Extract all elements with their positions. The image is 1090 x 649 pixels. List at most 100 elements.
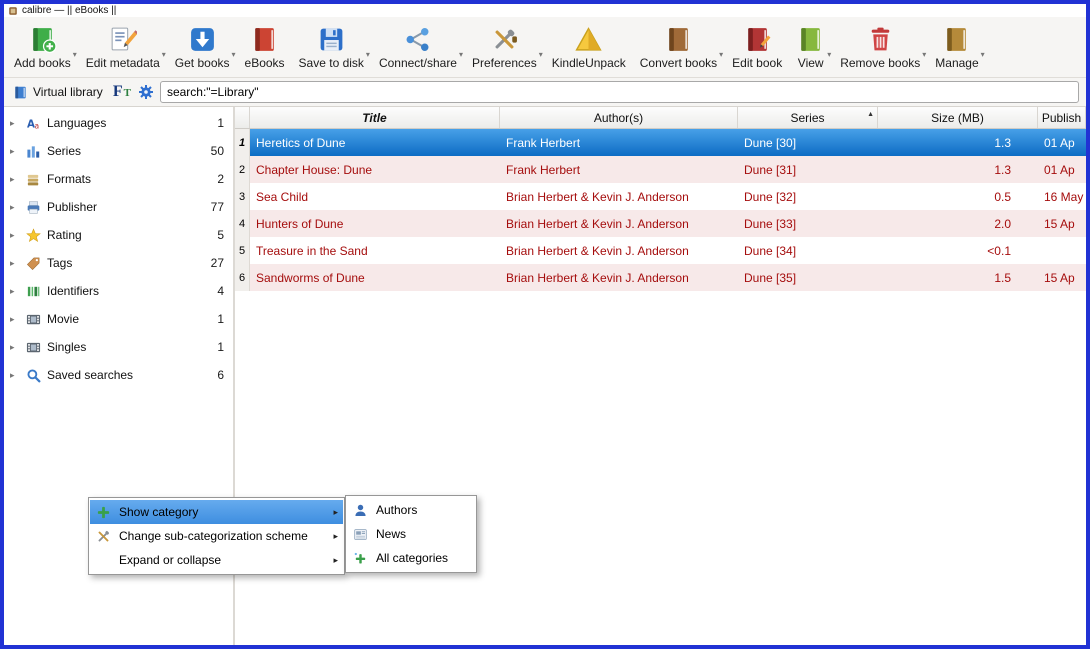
- sidebar-item-label: Singles: [47, 340, 87, 354]
- toolbar-button-ebooks[interactable]: eBooks: [238, 17, 292, 77]
- all-categories-icon: [351, 551, 370, 566]
- toolbar-button-preferences[interactable]: Preferences: [465, 17, 544, 77]
- edit-book-icon: [743, 25, 772, 54]
- cell-size: 0.5: [994, 189, 1011, 204]
- column-header-size-mb[interactable]: Size (MB): [878, 107, 1038, 128]
- column-header-author-s[interactable]: Author(s): [500, 107, 738, 128]
- authors-icon: [351, 503, 370, 518]
- toolbar-button-edit-metadata[interactable]: Edit metadata: [79, 17, 167, 77]
- column-header-series[interactable]: Series ▲: [738, 107, 878, 128]
- convert-books-icon: [664, 25, 693, 54]
- sidebar-item-series[interactable]: ▸ Series 50: [4, 137, 233, 165]
- cell-published: 15 Ap: [1044, 216, 1075, 231]
- expand-arrow-icon[interactable]: ▸: [10, 314, 19, 325]
- toolbar-button-edit-book[interactable]: Edit book: [725, 17, 789, 77]
- dropdown-arrow-icon[interactable]: ▾: [73, 50, 77, 59]
- submenu-item-authors[interactable]: Authors: [347, 498, 475, 522]
- submenu-item-news[interactable]: News: [347, 522, 475, 546]
- edit-metadata-icon: [108, 25, 138, 54]
- sidebar-item-label: Identifiers: [47, 284, 100, 298]
- search-options-gear-icon[interactable]: [138, 84, 154, 100]
- sidebar-item-label: Tags: [47, 256, 73, 270]
- table-row-6[interactable]: 6 Sandworms of Dune Brian Herbert & Kevin …: [235, 264, 1086, 291]
- cell-size: <0.1: [987, 243, 1011, 258]
- expand-arrow-icon[interactable]: ▸: [10, 258, 19, 269]
- expand-arrow-icon[interactable]: ▸: [10, 118, 19, 129]
- menu-item-label: Authors: [376, 503, 418, 517]
- news-icon: [351, 527, 370, 542]
- table-row-2[interactable]: 2 Chapter House: Dune Frank Herbert Dune [3…: [235, 156, 1086, 183]
- toolbar-button-kindleunpack[interactable]: KindleUnpack: [545, 17, 633, 77]
- cell-size: 1.5: [994, 270, 1011, 285]
- cell-published: [1038, 237, 1086, 264]
- toolbar-button-label: KindleUnpack: [551, 55, 626, 70]
- submenu-item-all-categories[interactable]: All categories: [347, 546, 475, 570]
- toolbar-button-label: Convert books: [639, 55, 718, 70]
- toolbar-button-label: Save to disk: [298, 55, 364, 70]
- tools-icon: [94, 529, 113, 544]
- dropdown-arrow-icon[interactable]: ▾: [162, 50, 166, 59]
- cell-series: Dune [32]: [744, 189, 797, 204]
- get-books-icon: [188, 25, 217, 54]
- sidebar-item-label: Movie: [47, 312, 80, 326]
- toolbar-button-manage[interactable]: Manage: [928, 17, 985, 77]
- sidebar-item-identifiers[interactable]: ▸ Identifiers 4: [4, 277, 233, 305]
- toolbar-button-view[interactable]: View: [789, 17, 832, 77]
- table-row-3[interactable]: 3 Sea Child Brian Herbert & Kevin J. Ander…: [235, 183, 1086, 210]
- dropdown-arrow-icon[interactable]: ▾: [366, 50, 370, 59]
- sidebar-item-languages[interactable]: ▸ Aa Languages 1: [4, 109, 233, 137]
- toolbar-button-add-books[interactable]: Add books: [7, 17, 78, 77]
- column-header-title[interactable]: Title: [250, 107, 500, 128]
- dropdown-arrow-icon[interactable]: ▾: [922, 50, 926, 59]
- toolbar-button-remove-books[interactable]: Remove books: [833, 17, 927, 77]
- expand-arrow-icon[interactable]: ▸: [10, 370, 19, 381]
- sidebar-item-saved-searches[interactable]: ▸ Saved searches 6: [4, 361, 233, 389]
- table-row-5[interactable]: 5 Treasure in the Sand Brian Herbert & Kev…: [235, 237, 1086, 264]
- menu-item-label: All categories: [376, 551, 449, 565]
- sidebar-item-tags[interactable]: ▸ Tags 27: [4, 249, 233, 277]
- toolbar-button-label: Add books: [14, 55, 71, 70]
- sidebar-item-formats[interactable]: ▸ Formats 2: [4, 165, 233, 193]
- toolbar-button-label: Get books: [174, 55, 230, 70]
- menu-item-change-sub-categorization-scheme[interactable]: Change sub-categorization scheme ▸: [90, 524, 343, 548]
- menu-item-expand-or-collapse[interactable]: Expand or collapse ▸: [90, 548, 343, 572]
- expand-arrow-icon[interactable]: ▸: [10, 202, 19, 213]
- identifiers-icon: [25, 284, 41, 299]
- sidebar-item-count: 1: [217, 312, 224, 326]
- expand-arrow-icon[interactable]: ▸: [10, 342, 19, 353]
- toolbar-button-convert-books[interactable]: Convert books: [633, 17, 724, 77]
- menu-item-show-category[interactable]: Show category ▸: [90, 500, 343, 524]
- sidebar-item-publisher[interactable]: ▸ Publisher 77: [4, 193, 233, 221]
- ebooks-icon: [250, 25, 279, 54]
- cell-size: 1.3: [994, 135, 1011, 150]
- sidebar-item-count: 27: [210, 256, 224, 270]
- dropdown-arrow-icon[interactable]: ▾: [232, 50, 236, 59]
- submenu-arrow-icon: ▸: [333, 530, 338, 541]
- expand-arrow-icon[interactable]: ▸: [10, 230, 19, 241]
- toolbar-button-get-books[interactable]: Get books: [168, 17, 237, 77]
- expand-arrow-icon[interactable]: ▸: [10, 174, 19, 185]
- toolbar-button-label: Remove books: [840, 55, 921, 70]
- table-row-4[interactable]: 4 Hunters of Dune Brian Herbert & Kevin J.…: [235, 210, 1086, 237]
- sidebar-item-rating[interactable]: ▸ Rating 5: [4, 221, 233, 249]
- sidebar-item-movie[interactable]: ▸ Movie 1: [4, 305, 233, 333]
- toolbar-button-connect-share[interactable]: Connect/share: [372, 17, 464, 77]
- dropdown-arrow-icon[interactable]: ▾: [827, 50, 831, 59]
- dropdown-arrow-icon[interactable]: ▾: [719, 50, 723, 59]
- cell-title: Sandworms of Dune: [256, 270, 365, 285]
- full-text-search-icon[interactable]: F T: [113, 84, 131, 100]
- sidebar-item-singles[interactable]: ▸ Singles 1: [4, 333, 233, 361]
- column-header-publish[interactable]: Publish: [1038, 107, 1086, 128]
- dropdown-arrow-icon[interactable]: ▾: [539, 50, 543, 59]
- expand-arrow-icon[interactable]: ▸: [10, 286, 19, 297]
- cell-series: Dune [30]: [744, 135, 797, 150]
- table-row-1[interactable]: 1 Heretics of Dune Frank Herbert Dune [30] 1…: [235, 129, 1086, 156]
- manage-icon: [942, 25, 971, 54]
- search-input[interactable]: [159, 81, 1079, 103]
- dropdown-arrow-icon[interactable]: ▾: [981, 50, 985, 59]
- dropdown-arrow-icon[interactable]: ▾: [459, 50, 463, 59]
- virtual-library-button[interactable]: Virtual library: [10, 84, 106, 101]
- expand-arrow-icon[interactable]: ▸: [10, 146, 19, 157]
- column-header-label: Size (MB): [931, 110, 984, 125]
- toolbar-button-save-to-disk[interactable]: Save to disk: [292, 17, 371, 77]
